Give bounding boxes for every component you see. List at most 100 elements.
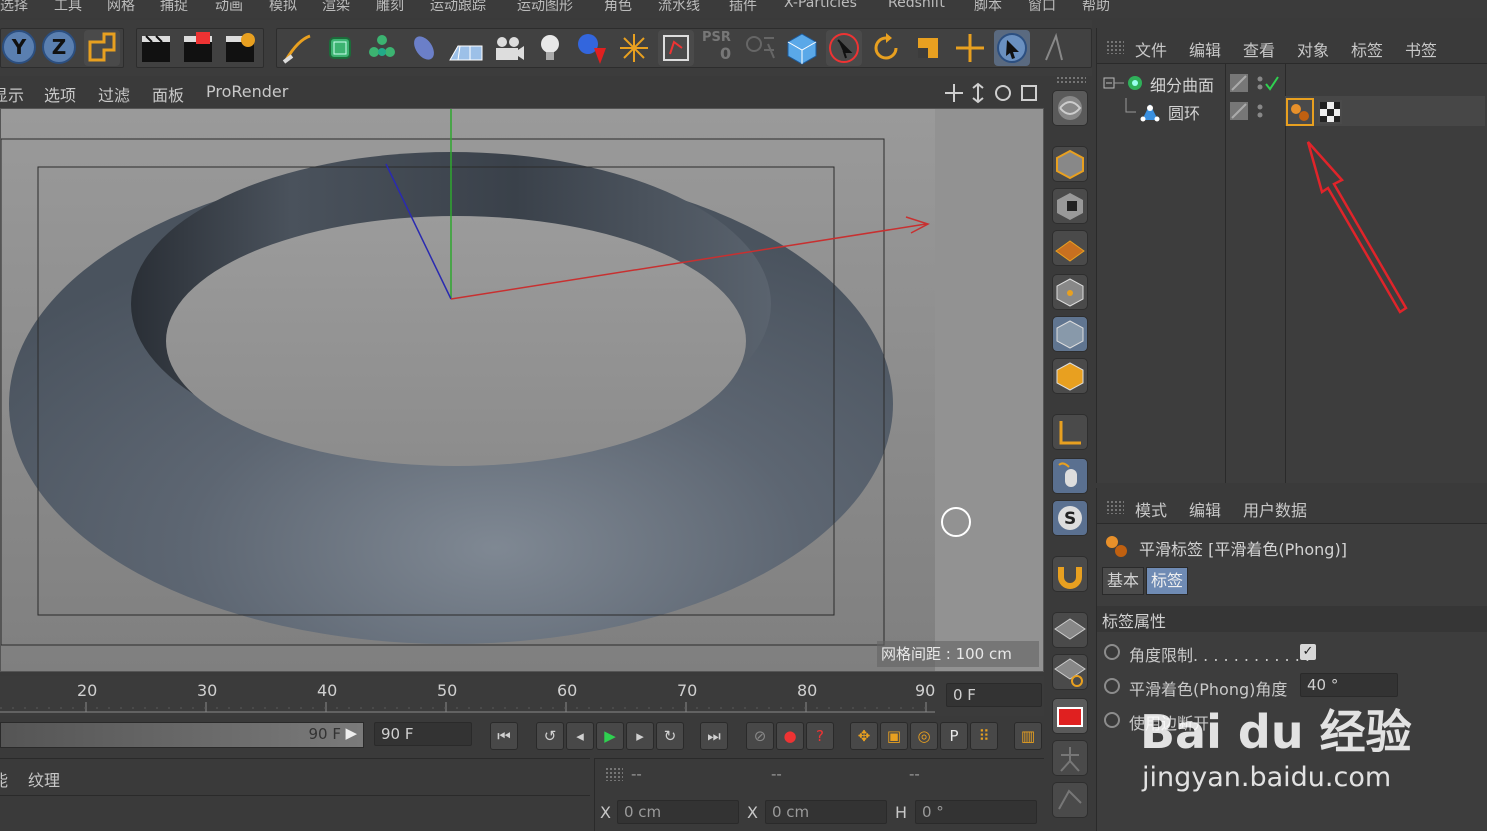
material-menu-texture[interactable]: 纹理 bbox=[28, 767, 60, 791]
phong-angle-radio[interactable] bbox=[1104, 678, 1120, 694]
texture-tag-icon[interactable] bbox=[1318, 100, 1342, 124]
om-menu-tags[interactable]: 标签 bbox=[1351, 37, 1383, 61]
coordinates-grip[interactable] bbox=[605, 767, 623, 781]
psr-icon[interactable]: PSR 0 bbox=[700, 30, 736, 66]
menu-mesh[interactable]: 网格 bbox=[107, 0, 135, 15]
menu-sculpt[interactable]: 雕刻 bbox=[376, 0, 404, 15]
phong-angle-input[interactable]: 40 ° bbox=[1300, 673, 1398, 697]
deformer-icon[interactable] bbox=[406, 30, 442, 66]
menu-select[interactable]: 选择 bbox=[0, 0, 28, 15]
character-icon[interactable] bbox=[1052, 740, 1088, 776]
coordinate-system-icon[interactable] bbox=[84, 30, 120, 66]
material-icon[interactable] bbox=[574, 30, 610, 66]
key-rotation-icon[interactable]: ◎ bbox=[910, 722, 938, 750]
menu-script[interactable]: 脚本 bbox=[974, 0, 1002, 15]
camera-icon[interactable] bbox=[490, 30, 526, 66]
menu-simulate[interactable]: 模拟 bbox=[269, 0, 297, 15]
am-menu-mode[interactable]: 模式 bbox=[1135, 497, 1167, 521]
autokey-icon[interactable]: ? bbox=[806, 722, 834, 750]
menu-animate[interactable]: 动画 bbox=[215, 0, 243, 15]
model-mode-icon[interactable] bbox=[1052, 146, 1088, 182]
viewport-menu-filter[interactable]: 过滤 bbox=[98, 82, 130, 106]
subdivision-surface-icon[interactable] bbox=[322, 30, 358, 66]
coord-x-input[interactable]: 0 cm bbox=[617, 800, 739, 824]
light-icon[interactable] bbox=[532, 30, 568, 66]
workplane-align-icon[interactable] bbox=[1052, 654, 1088, 690]
prev-key-icon[interactable]: ↺ bbox=[536, 722, 564, 750]
menu-render[interactable]: 渲染 bbox=[322, 0, 350, 15]
menu-help[interactable]: 帮助 bbox=[1082, 0, 1110, 15]
key-position-icon[interactable]: ✥ bbox=[850, 722, 878, 750]
next-key-icon[interactable]: ↻ bbox=[656, 722, 684, 750]
coord-h-input[interactable]: 0 ° bbox=[915, 800, 1037, 824]
axis-mode-icon[interactable] bbox=[1052, 414, 1088, 450]
menu-mograph[interactable]: 运动图形 bbox=[517, 0, 573, 15]
cloner-icon[interactable] bbox=[364, 30, 400, 66]
goto-end-icon[interactable]: ⏭ bbox=[700, 722, 728, 750]
texture-mode-icon[interactable] bbox=[1052, 188, 1088, 224]
timeline-window-icon[interactable]: ▥ bbox=[1014, 722, 1042, 750]
folder-icon[interactable] bbox=[1052, 698, 1088, 734]
object-row-subdivision[interactable]: 细分曲面 bbox=[1100, 70, 1224, 96]
key-param-icon[interactable]: P bbox=[940, 722, 968, 750]
floor-icon[interactable] bbox=[448, 30, 484, 66]
am-menu-userdata[interactable]: 用户数据 bbox=[1243, 497, 1307, 521]
om-menu-file[interactable]: 文件 bbox=[1135, 37, 1167, 61]
palette-grip[interactable] bbox=[1056, 76, 1086, 84]
cube-primitive-icon[interactable] bbox=[784, 30, 820, 66]
record-icon[interactable]: ● bbox=[776, 722, 804, 750]
scale-tool-icon[interactable] bbox=[910, 30, 946, 66]
deform-tool-icon[interactable] bbox=[1052, 782, 1088, 818]
object-manager-grip[interactable] bbox=[1106, 40, 1124, 54]
om-menu-edit[interactable]: 编辑 bbox=[1189, 37, 1221, 61]
viewport-menu-prorender[interactable]: ProRender bbox=[206, 82, 288, 101]
om-menu-view[interactable]: 查看 bbox=[1243, 37, 1275, 61]
make-editable-icon[interactable] bbox=[1052, 90, 1088, 126]
play-icon[interactable]: ▶ bbox=[596, 722, 624, 750]
menu-snap[interactable]: 捕捉 bbox=[160, 0, 188, 15]
pen-spline-icon[interactable] bbox=[280, 30, 316, 66]
menu-xparticles[interactable]: X-Particles bbox=[784, 0, 857, 11]
snap-magnet-icon[interactable] bbox=[1052, 556, 1088, 592]
edges-mode-icon[interactable] bbox=[1052, 316, 1088, 352]
3d-viewport[interactable]: 网格间距 : 100 cm bbox=[0, 108, 1044, 672]
tweak-mode-icon[interactable] bbox=[1052, 458, 1088, 494]
viewport-menu-panel[interactable]: 面板 bbox=[152, 82, 184, 106]
menu-plugins[interactable]: 插件 bbox=[729, 0, 757, 15]
record-off-icon[interactable]: ⊘ bbox=[746, 722, 774, 750]
viewport-menu-options[interactable]: 选项 bbox=[44, 82, 76, 106]
am-menu-edit[interactable]: 编辑 bbox=[1189, 497, 1221, 521]
coord-size-x-input[interactable]: 0 cm bbox=[765, 800, 887, 824]
axis-z-lock-icon[interactable]: Z bbox=[42, 30, 76, 64]
points-mode-icon[interactable] bbox=[1052, 274, 1088, 310]
key-scale-icon[interactable]: ▣ bbox=[880, 722, 908, 750]
om-menu-bookmarks[interactable]: 书签 bbox=[1405, 37, 1437, 61]
viewport-nav-icons[interactable] bbox=[944, 82, 1038, 104]
picture-viewer-icon[interactable] bbox=[658, 30, 694, 66]
prev-frame-icon[interactable]: ◂ bbox=[566, 722, 594, 750]
render-view-icon[interactable] bbox=[138, 30, 174, 66]
menu-pipeline[interactable]: 流水线 bbox=[658, 0, 700, 15]
menu-motion-tracking[interactable]: 运动跟踪 bbox=[430, 0, 486, 15]
key-pla-icon[interactable]: ⠿ bbox=[970, 722, 998, 750]
workplane-mode-icon[interactable] bbox=[1052, 230, 1088, 266]
om-menu-object[interactable]: 对象 bbox=[1297, 37, 1329, 61]
angle-limit-checkbox[interactable]: ✓ bbox=[1300, 644, 1316, 660]
rotate-tool-icon[interactable] bbox=[868, 30, 904, 66]
menu-redshift[interactable]: Redshift bbox=[888, 0, 945, 11]
axis-y-lock-icon[interactable]: Y bbox=[2, 30, 36, 64]
phong-tag-icon[interactable] bbox=[1286, 98, 1314, 126]
range-slider[interactable]: 90 F ▶ bbox=[0, 722, 364, 748]
attribute-manager-grip[interactable] bbox=[1106, 500, 1124, 514]
angle-limit-radio[interactable] bbox=[1104, 644, 1120, 660]
subdivision-visibility-controls[interactable] bbox=[1230, 72, 1290, 94]
menu-window[interactable]: 窗口 bbox=[1028, 0, 1056, 15]
edge-breaks-radio[interactable] bbox=[1104, 712, 1120, 728]
range-arrow-icon[interactable]: ▶ bbox=[345, 724, 357, 742]
next-frame-icon[interactable]: ▸ bbox=[626, 722, 654, 750]
explode-icon[interactable] bbox=[616, 30, 652, 66]
menu-tools[interactable]: 工具 bbox=[54, 0, 82, 15]
torus-visibility-controls[interactable] bbox=[1230, 100, 1270, 122]
select-tool-icon[interactable] bbox=[994, 30, 1030, 66]
snap-settings-icon[interactable] bbox=[742, 30, 778, 66]
